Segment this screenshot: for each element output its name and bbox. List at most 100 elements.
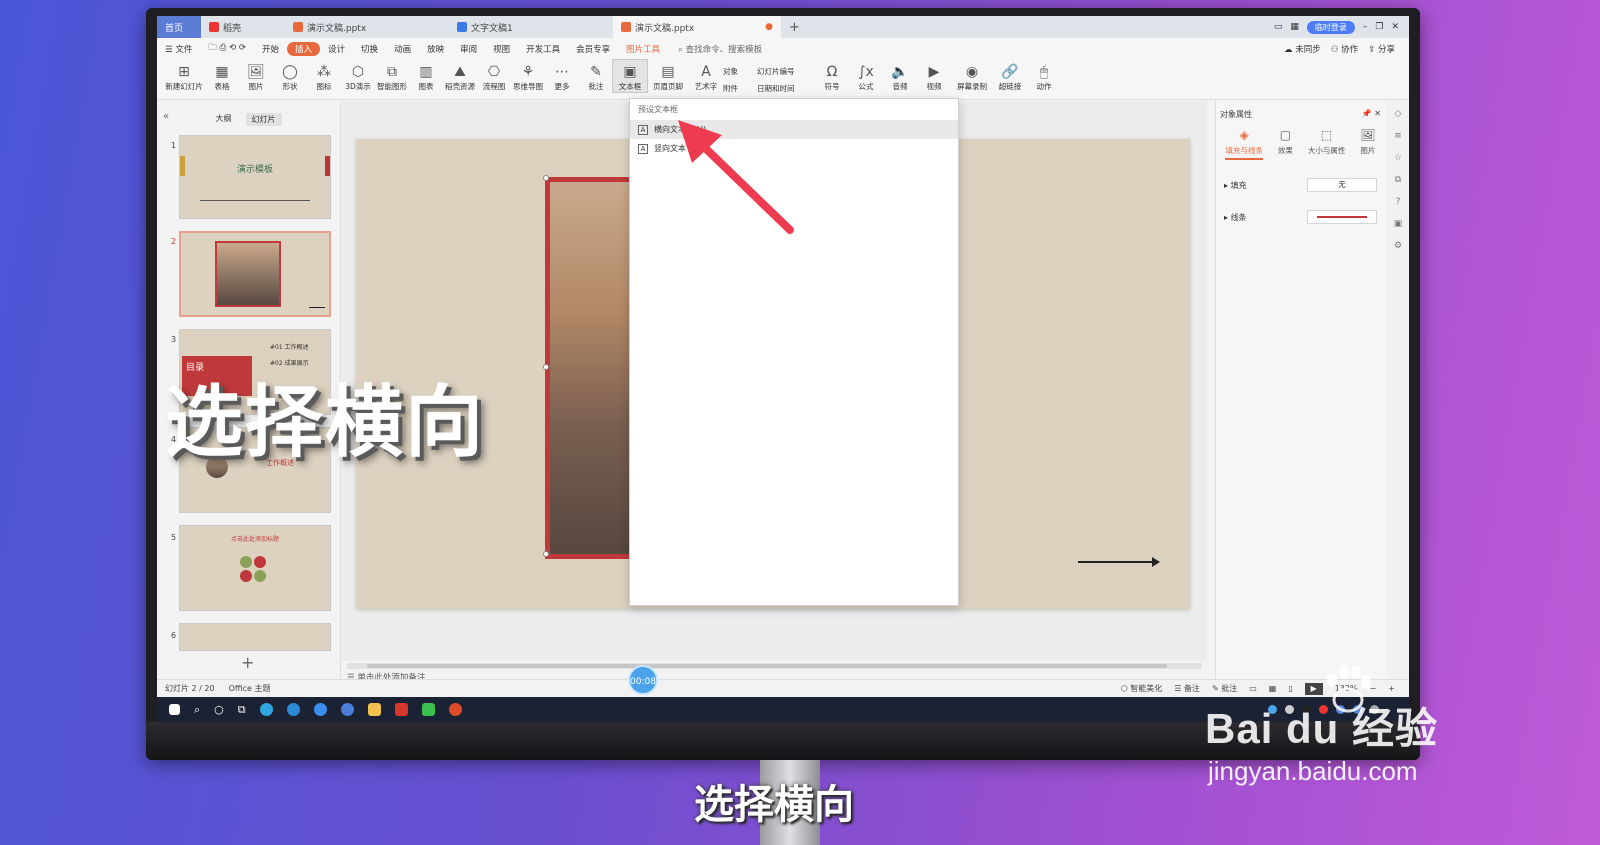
tab-slides[interactable]: 幻灯片 <box>245 113 282 126</box>
properties-icon[interactable]: ≡ <box>1394 131 1402 141</box>
tab-picture[interactable]: 🖼 图片 <box>1360 128 1375 160</box>
minimize-icon[interactable]: – <box>1363 22 1368 32</box>
horizontal-scrollbar[interactable] <box>347 663 1202 669</box>
wps-icon[interactable] <box>394 703 408 716</box>
share-button[interactable]: ⇪ 分享 <box>1368 43 1395 55</box>
slide-thumb-6[interactable] <box>179 623 331 651</box>
close-icon[interactable]: ✕ <box>1391 22 1399 32</box>
menu-animation[interactable]: 动画 <box>386 43 419 55</box>
hyperlink-button[interactable]: 🔗 超链接 <box>993 60 1027 92</box>
new-slide-button[interactable]: ⊞ 新建幻灯片 <box>163 60 205 92</box>
task-view-icon[interactable]: ⧉ <box>238 703 246 717</box>
tab-doc1[interactable]: 演示文稿.pptx <box>285 16 449 38</box>
browser-icon[interactable] <box>259 703 273 716</box>
table-button[interactable]: ▦ 表格 <box>205 60 239 92</box>
audio-button[interactable]: 🔈 音频 <box>883 60 917 92</box>
3d-demo-button[interactable]: ⬡ 3D演示 <box>341 60 375 92</box>
layout-icon[interactable]: ▭ <box>1274 22 1283 32</box>
resize-handle[interactable] <box>543 175 549 181</box>
flowchart-button[interactable]: ⎔ 流程图 <box>477 60 511 92</box>
shape-button[interactable]: ◯ 形状 <box>273 60 307 92</box>
windows-start-icon[interactable] <box>169 704 180 715</box>
comments-button[interactable]: ✎ 批注 <box>1212 683 1237 694</box>
tab-daoke[interactable]: 稻壳 <box>201 16 285 38</box>
zoom-in-icon[interactable]: + <box>1388 684 1395 693</box>
mindmap-button[interactable]: ⚘ 思维导图 <box>511 60 545 92</box>
tab-effect[interactable]: ▢ 效果 <box>1278 128 1293 160</box>
reading-view-icon[interactable]: ▯ <box>1288 684 1292 693</box>
tab-home[interactable]: 首页 <box>157 16 201 38</box>
tab-doc3[interactable]: 演示文稿.pptx ● <box>613 16 781 38</box>
globe-icon[interactable] <box>340 703 354 716</box>
notes-button[interactable]: ☰ 备注 <box>1174 683 1200 694</box>
command-search[interactable]: ⌕ 查找命令、搜索模板 <box>668 43 762 55</box>
chrome-icon[interactable] <box>313 703 327 716</box>
textbox-button[interactable]: ▣ 文本框 <box>612 59 648 93</box>
formula-button[interactable]: ∫x 公式 <box>849 60 883 92</box>
folder-icon[interactable] <box>367 703 381 716</box>
icon-button[interactable]: ⁂ 图标 <box>307 60 341 92</box>
menu-review[interactable]: 审阅 <box>452 43 485 55</box>
panel-close-icon[interactable]: 📌 ✕ <box>1362 109 1381 120</box>
wechat-icon[interactable] <box>421 703 435 716</box>
wordart-button[interactable]: A 艺术字 <box>689 60 723 92</box>
resize-handle[interactable] <box>543 551 549 557</box>
tab-fill-line[interactable]: ◈ 填充与线条 <box>1225 128 1263 160</box>
fill-select[interactable]: 无 <box>1307 178 1377 192</box>
action-button[interactable]: 🖱 动作 <box>1027 60 1061 92</box>
menu-member[interactable]: 会员专享 <box>568 43 618 55</box>
selected-picture[interactable] <box>545 177 635 559</box>
header-footer-button[interactable]: ▤ 页眉页脚 <box>647 60 689 92</box>
animation-icon[interactable]: ☆ <box>1394 153 1402 163</box>
menu-design[interactable]: 设计 <box>320 43 353 55</box>
smart-graphic-button[interactable]: ⧉ 智能图形 <box>375 60 409 92</box>
image-icon[interactable]: ▣ <box>1394 219 1403 229</box>
slide-thumb-2[interactable] <box>179 231 331 317</box>
screen-record-button[interactable]: ◉ 屏幕录制 <box>951 60 993 92</box>
grid-icon[interactable]: ▦ <box>1290 22 1299 32</box>
sorter-view-icon[interactable]: ▦ <box>1269 684 1277 693</box>
tab-size[interactable]: ⬚ 大小与属性 <box>1308 128 1346 160</box>
help-icon[interactable]: ? <box>1396 197 1401 207</box>
style-icon[interactable]: ◇ <box>1395 109 1402 119</box>
menu-file[interactable]: ☰ 文件 <box>157 43 200 55</box>
video-button[interactable]: ▶ 视频 <box>917 60 951 92</box>
menu-picture-tools[interactable]: 图片工具 <box>618 43 668 55</box>
slide-thumb-5[interactable]: 点击此处添加标题 <box>179 525 331 611</box>
menu-view[interactable]: 视图 <box>485 43 518 55</box>
cortana-icon[interactable]: ○ <box>214 703 224 716</box>
restore-icon[interactable]: ❐ <box>1375 22 1383 32</box>
picture-button[interactable]: 🖼 图片 <box>239 60 273 92</box>
daoke-resource-button[interactable]: ⛰ 稻壳资源 <box>443 60 477 92</box>
slide-thumb-1[interactable]: 演示模板 <box>179 135 331 219</box>
search-icon[interactable]: ⌕ <box>194 703 200 717</box>
symbol-button[interactable]: Ω 符号 <box>815 60 849 92</box>
tab-outline[interactable]: 大纲 <box>216 113 232 126</box>
menu-start[interactable]: 开始 <box>254 43 287 55</box>
add-slide-icon[interactable]: + <box>241 653 254 672</box>
login-button[interactable]: 临时登录 <box>1306 20 1355 34</box>
beautify-button[interactable]: ⬡ 智能美化 <box>1121 683 1163 694</box>
normal-view-icon[interactable]: ▭ <box>1249 684 1257 693</box>
new-tab-button[interactable]: + <box>781 20 808 35</box>
collapse-icon[interactable]: « <box>163 111 169 122</box>
comment-button[interactable]: ✎ 批注 <box>579 60 613 92</box>
collab-button[interactable]: ⚇ 协作 <box>1331 43 1358 55</box>
chart-button[interactable]: ▥ 图表 <box>409 60 443 92</box>
menu-insert[interactable]: 插入 <box>287 42 321 56</box>
more-button[interactable]: ⋯ 更多 <box>545 60 579 92</box>
datetime-button[interactable]: 日期和时间 <box>757 83 815 94</box>
resize-handle[interactable] <box>543 364 549 370</box>
settings-icon[interactable]: ⚙ <box>1394 241 1402 251</box>
object-button[interactable]: 对象 <box>723 66 757 77</box>
menu-slideshow[interactable]: 放映 <box>419 43 452 55</box>
backup-icon[interactable]: ⧉ <box>1395 175 1401 185</box>
tab-doc2[interactable]: 文字文稿1 <box>449 16 613 38</box>
line-select[interactable] <box>1307 210 1377 224</box>
vertical-scrollbar[interactable] <box>1207 106 1215 646</box>
menu-dev-tools[interactable]: 开发工具 <box>518 43 568 55</box>
slide-number-button[interactable]: 幻灯片编号 <box>757 66 815 77</box>
edge-icon[interactable] <box>286 703 300 716</box>
sync-button[interactable]: ☁ 未同步 <box>1284 43 1321 55</box>
menu-transition[interactable]: 切换 <box>353 43 386 55</box>
